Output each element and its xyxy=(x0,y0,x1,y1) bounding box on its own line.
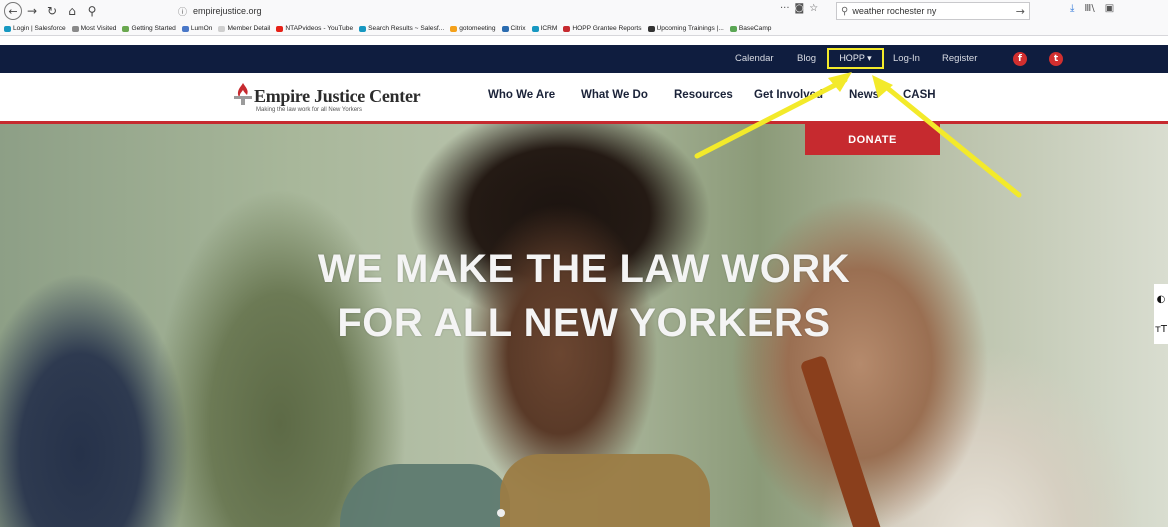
home-icon[interactable]: ⌂ xyxy=(62,2,82,20)
accessibility-widget: ◐ ᴛT xyxy=(1154,284,1168,344)
logo-name: Empire Justice Center xyxy=(254,86,421,106)
donate-button[interactable]: DONATE xyxy=(805,124,940,155)
hero-headline-line1: WE MAKE THE LAW WORK xyxy=(317,247,851,291)
site-topbar: Calendar Blog Log-In Register xyxy=(0,45,1168,73)
hero-photo-strap xyxy=(799,354,887,527)
url-text[interactable]: empirejustice.org xyxy=(193,6,262,16)
twitter-icon[interactable]: t xyxy=(1049,52,1063,66)
topbar-link-blog[interactable]: Blog xyxy=(797,53,816,64)
gear-icon xyxy=(71,25,79,32)
basecamp-icon xyxy=(729,25,737,32)
hero-photo-scarf xyxy=(500,454,710,527)
bookmark-item[interactable]: Search Results ~ Salesf... xyxy=(359,25,444,32)
flame-icon xyxy=(563,25,571,32)
forward-icon[interactable]: → xyxy=(22,2,42,20)
trainings-icon xyxy=(647,25,655,32)
contrast-icon[interactable]: ◐ xyxy=(1157,294,1166,305)
gotomeeting-icon xyxy=(450,25,458,32)
hero-photo-jacket xyxy=(340,464,510,527)
search-icon: ⚲ xyxy=(841,5,849,17)
bookmark-item[interactable]: Getting Started xyxy=(122,25,176,32)
url-actions: ··· ◙ ☆ xyxy=(780,3,818,14)
go-arrow-icon[interactable]: → xyxy=(1016,5,1025,18)
info-icon[interactable]: ⓘ xyxy=(178,5,187,18)
salesforce-icon xyxy=(531,25,539,32)
reload-icon[interactable]: ↻ xyxy=(42,2,62,20)
bookmark-item[interactable]: Most Visited xyxy=(71,25,116,32)
nav-who-we-are[interactable]: Who We Are xyxy=(488,89,555,101)
bookmark-item[interactable]: BaseCamp xyxy=(729,25,771,32)
citrix-icon xyxy=(501,25,509,32)
search-input[interactable]: ⚲ weather rochester ny → xyxy=(836,2,1030,20)
topbar-link-login[interactable]: Log-In xyxy=(893,53,920,64)
page-icon xyxy=(218,25,226,32)
pocket-icon[interactable]: ◙ xyxy=(795,3,805,14)
facebook-icon[interactable]: f xyxy=(1013,52,1027,66)
bookmark-item[interactable]: ICRM xyxy=(531,25,557,32)
bookmark-item[interactable]: Login | Salesforce xyxy=(4,25,66,32)
bookmark-item[interactable]: LumOn xyxy=(181,25,212,32)
bookmark-item[interactable]: HOPP Grantee Reports xyxy=(563,25,642,32)
bookmarks-bar: Login | Salesforce Most Visited Getting … xyxy=(0,22,1168,36)
nav-cash[interactable]: CASH xyxy=(903,89,936,101)
download-icon[interactable]: ⤓ xyxy=(1070,3,1074,14)
bookmark-item[interactable]: Member Detail xyxy=(218,25,270,32)
sidebar-icon[interactable]: ▣ xyxy=(1105,3,1114,14)
carousel-dot[interactable] xyxy=(497,509,505,517)
bookmark-item[interactable]: gotomeeting xyxy=(450,25,496,32)
salesforce-icon xyxy=(4,25,11,32)
firefox-icon xyxy=(122,25,130,32)
text-size-icon[interactable]: ᴛT xyxy=(1155,324,1167,335)
topbar-link-hopp[interactable]: HOPP ▾ xyxy=(827,48,884,69)
search-icon[interactable]: ⚲ xyxy=(82,2,102,20)
topbar-link-calendar[interactable]: Calendar xyxy=(735,53,774,64)
back-icon[interactable]: ← xyxy=(4,2,22,20)
nav-news[interactable]: News xyxy=(849,89,879,101)
site-logo[interactable]: Empire Justice Center Making the law wor… xyxy=(232,78,421,118)
logo-tagline: Making the law work for all New Yorkers xyxy=(256,107,363,113)
address-bar[interactable]: ⓘ empirejustice.org xyxy=(160,3,810,19)
library-icon[interactable]: Ⅲ\ xyxy=(1084,3,1094,14)
star-icon[interactable]: ☆ xyxy=(809,3,818,14)
nav-what-we-do[interactable]: What We Do xyxy=(581,89,648,101)
bookmark-item[interactable]: Citrix xyxy=(501,25,526,32)
hero-banner: WE MAKE THE LAW WORK FOR ALL NEW YORKERS xyxy=(0,124,1168,527)
search-value[interactable]: weather rochester ny xyxy=(852,6,936,16)
topbar-link-register[interactable]: Register xyxy=(942,53,977,64)
nav-get-involved[interactable]: Get Involved xyxy=(754,89,823,101)
flame-logo-icon xyxy=(234,83,252,105)
hero-headline-line2: FOR ALL NEW YORKERS xyxy=(337,301,831,345)
bookmark-item[interactable]: Upcoming Trainings |... xyxy=(647,25,724,32)
salesforce-icon xyxy=(359,25,367,32)
lumon-icon xyxy=(181,25,189,32)
more-icon[interactable]: ··· xyxy=(780,3,790,14)
hero-headline: WE MAKE THE LAW WORK FOR ALL NEW YORKERS xyxy=(0,242,1168,350)
nav-resources[interactable]: Resources xyxy=(674,89,733,101)
youtube-icon xyxy=(276,25,284,32)
browser-right-icons: ⤓ Ⅲ\ ▣ xyxy=(1070,3,1114,14)
hopp-label: HOPP ▾ xyxy=(839,53,872,63)
bookmark-item[interactable]: NTAPvideos - YouTube xyxy=(276,25,353,32)
